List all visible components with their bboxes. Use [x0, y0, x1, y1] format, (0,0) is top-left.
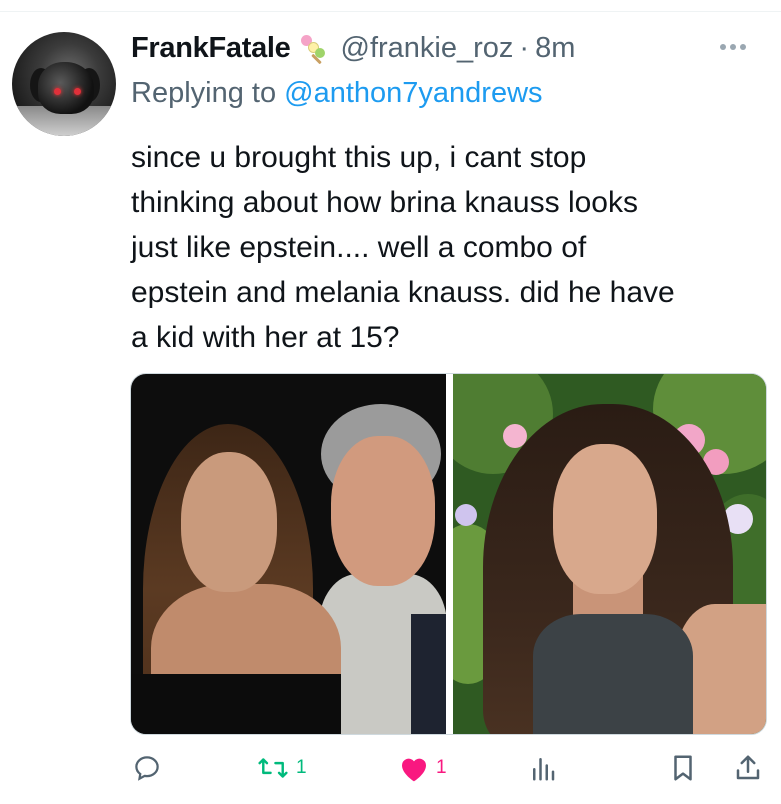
retweet-button[interactable]: 1 [256, 748, 307, 788]
tweet-text: since u brought this up, i cant stop thi… [131, 135, 761, 360]
retweet-count: 1 [296, 757, 307, 778]
separator-dot: · [519, 31, 530, 64]
emoji-icon [299, 33, 329, 65]
tweet-text-line: since u brought this up, i cant stop [131, 141, 587, 174]
share-icon [734, 753, 762, 783]
views-icon [530, 753, 556, 783]
bookmark-icon [670, 753, 696, 783]
tweet-text-line: thinking about how brina knauss looks [131, 186, 638, 219]
top-divider [0, 11, 781, 12]
action-bar: 1 1 [0, 748, 781, 788]
like-icon [398, 753, 430, 783]
replying-to: Replying to @anthon7yandrews [131, 77, 543, 110]
replying-prefix: Replying to [131, 77, 277, 109]
tweet-text-line: a kid with her at 15? [131, 321, 400, 354]
tweet-header: FrankFatale @frankie_roz · 8m [131, 28, 575, 68]
like-button[interactable]: 1 [398, 748, 447, 788]
avatar[interactable] [12, 32, 116, 136]
reply-button[interactable] [132, 748, 168, 788]
display-name[interactable]: FrankFatale [131, 32, 291, 65]
media-grid [130, 373, 767, 735]
like-count: 1 [436, 757, 447, 778]
photo-right[interactable] [453, 374, 766, 734]
photo-left[interactable] [131, 374, 446, 734]
tweet-text-line: epstein and melania knauss. did he have [131, 276, 675, 309]
bookmark-button[interactable] [670, 748, 696, 788]
replying-to-mention[interactable]: @anthon7yandrews [284, 77, 542, 109]
more-icon[interactable] [720, 44, 746, 50]
handle[interactable]: @frankie_roz [341, 32, 514, 65]
share-button[interactable] [734, 748, 762, 788]
retweet-icon [256, 753, 290, 783]
reply-icon [132, 753, 162, 783]
views-button[interactable] [530, 748, 562, 788]
timestamp[interactable]: 8m [535, 32, 575, 65]
tweet-text-line: just like epstein.... well a combo of [131, 231, 587, 264]
